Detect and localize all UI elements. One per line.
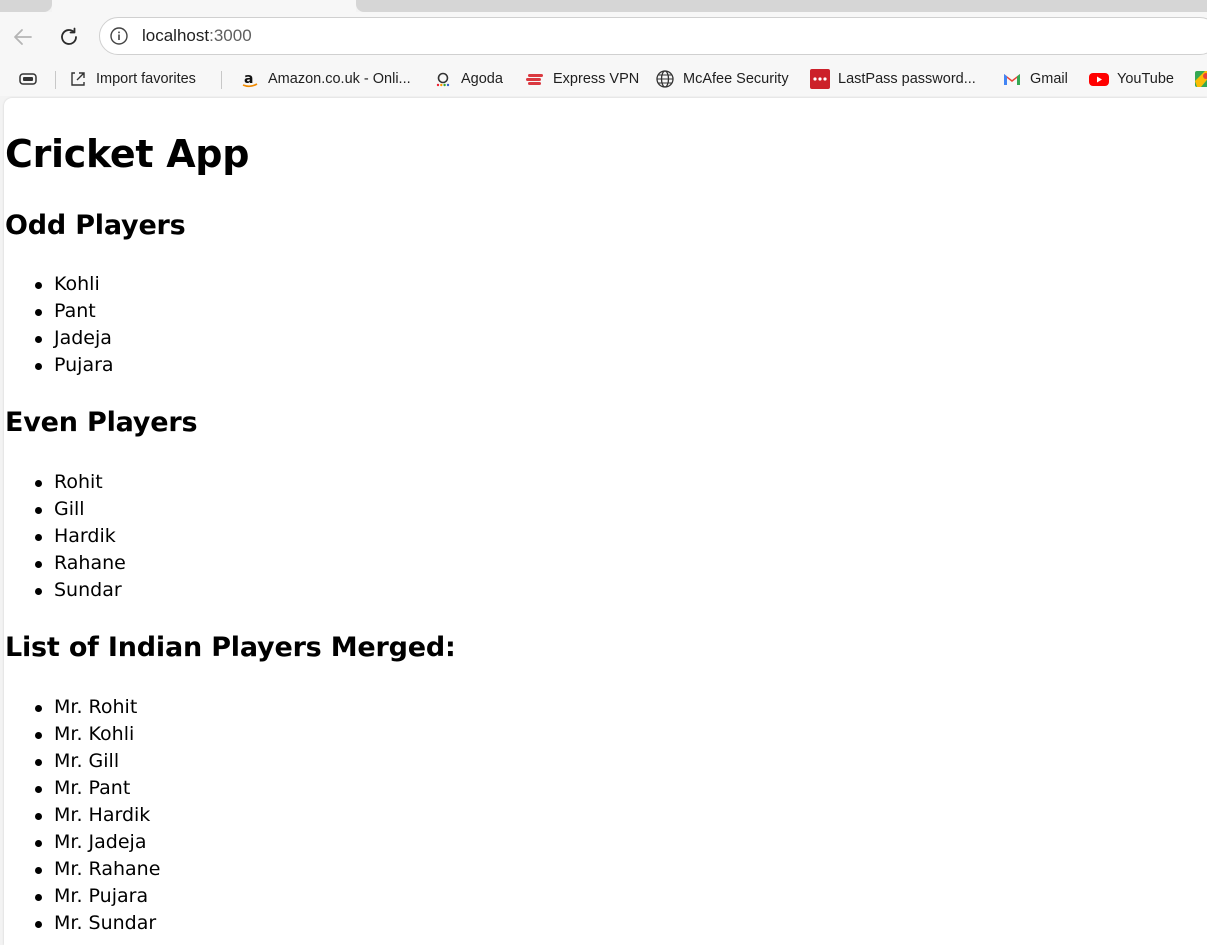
bookmark-youtube[interactable]: YouTube (1089, 68, 1174, 90)
browser-toolbar: localhost:3000 (0, 12, 1207, 62)
bookmark-mcafee-security[interactable]: McAfee Security (655, 68, 789, 90)
url-host: localhost (142, 26, 210, 45)
bookmark-express-vpn[interactable]: Express VPN (525, 68, 639, 90)
list-item: Hardik (5, 523, 126, 550)
tab-actions-button[interactable] (18, 68, 46, 90)
merged-players-heading: List of Indian Players Merged: (5, 632, 456, 663)
tab-active[interactable] (52, 0, 356, 12)
list-item: Mr. Rohit (5, 694, 160, 721)
list-item: Pant (5, 298, 114, 325)
odd-players-heading: Odd Players (5, 210, 186, 241)
list-item: Kohli (5, 271, 114, 298)
agoda-icon (433, 69, 453, 89)
list-item: Mr. Sundar (5, 910, 160, 937)
bookmarks-divider (221, 71, 222, 89)
svg-text:a: a (244, 71, 253, 87)
bookmark-agoda[interactable]: Agoda (433, 68, 503, 90)
bookmark-gmail[interactable]: Gmail (1002, 68, 1068, 90)
maps-icon (1194, 69, 1207, 89)
page-title: Cricket App (5, 132, 250, 176)
bookmarks-bar: Import favorites a Amazon.co.uk - Onli..… (0, 62, 1207, 96)
even-players-list: Rohit Gill Hardik Rahane Sundar (5, 469, 126, 604)
url-port: :3000 (209, 26, 252, 45)
site-info-icon[interactable] (109, 26, 129, 46)
bookmark-label: Express VPN (553, 71, 640, 87)
back-arrow-icon (14, 29, 32, 45)
globe-icon (655, 69, 675, 89)
bookmarks-divider (55, 71, 56, 89)
list-item: Mr. Hardik (5, 802, 160, 829)
gmail-icon (1002, 69, 1022, 89)
list-item: Mr. Gill (5, 748, 160, 775)
url-text[interactable]: localhost:3000 (142, 26, 252, 46)
bookmark-label: Import favorites (96, 71, 196, 87)
amazon-icon: a (240, 69, 260, 89)
list-item: Mr. Kohli (5, 721, 160, 748)
reload-icon (61, 27, 77, 45)
list-item: Mr. Pant (5, 775, 160, 802)
list-item: Pujara (5, 352, 114, 379)
bookmark-label: Agoda (461, 71, 503, 87)
list-item: Sundar (5, 577, 126, 604)
tab-next[interactable] (356, 0, 1207, 12)
import-favorites-icon (68, 69, 88, 89)
even-players-heading: Even Players (5, 407, 198, 438)
odd-players-list: Kohli Pant Jadeja Pujara (5, 271, 114, 379)
bookmark-label: Gmail (1030, 71, 1068, 87)
back-button[interactable] (8, 22, 38, 52)
bookmark-label: Amazon.co.uk - Onli... (268, 71, 411, 87)
list-item: Mr. Jadeja (5, 829, 160, 856)
list-item: Rohit (5, 469, 126, 496)
tab-previous[interactable] (0, 0, 52, 12)
list-item: Mr. Rahane (5, 856, 160, 883)
youtube-icon (1089, 69, 1109, 89)
bookmark-amazon[interactable]: a Amazon.co.uk - Onli... (240, 68, 411, 90)
bookmark-label: LastPass password... (838, 71, 976, 87)
tab-strip (0, 0, 1207, 12)
page-viewport: Cricket App Odd Players Kohli Pant Jadej… (4, 98, 1207, 945)
bookmark-lastpass[interactable]: LastPass password... (810, 68, 976, 90)
tab-actions-icon (18, 69, 38, 89)
list-item: Gill (5, 496, 126, 523)
list-item: Jadeja (5, 325, 114, 352)
address-bar[interactable]: localhost:3000 (99, 17, 1207, 55)
list-item: Mr. Pujara (5, 883, 160, 910)
reload-button[interactable] (54, 22, 84, 52)
bookmark-maps[interactable] (1194, 68, 1207, 90)
merged-players-list: Mr. Rohit Mr. Kohli Mr. Gill Mr. Pant Mr… (5, 694, 160, 937)
bookmark-import-favorites[interactable]: Import favorites (68, 68, 196, 90)
expressvpn-icon (525, 69, 545, 89)
lastpass-icon (810, 69, 830, 89)
bookmark-label: YouTube (1117, 71, 1174, 87)
list-item: Rahane (5, 550, 126, 577)
bookmark-label: McAfee Security (683, 71, 789, 87)
